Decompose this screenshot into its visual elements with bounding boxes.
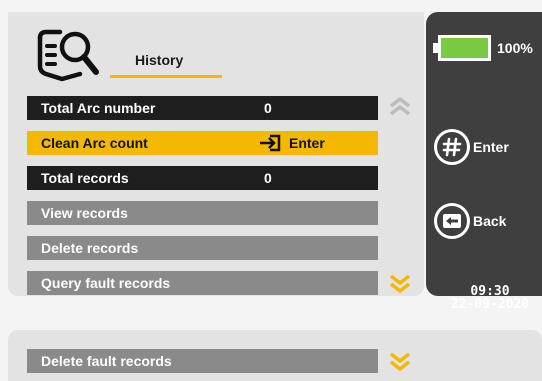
- row-label: Clean Arc count: [41, 135, 148, 151]
- battery-body: [438, 35, 491, 61]
- row-query-fault-records[interactable]: Query fault records: [27, 271, 378, 295]
- row-label: Total records: [41, 170, 129, 186]
- clock-date: 22-09-2020: [450, 297, 530, 312]
- battery-fill: [441, 38, 488, 58]
- back-button-label: Back: [473, 213, 507, 229]
- hash-enter-icon: [434, 129, 470, 165]
- enter-button[interactable]: Enter: [434, 127, 538, 167]
- row-label: Delete records: [41, 240, 139, 256]
- row-value: 0: [264, 100, 272, 116]
- row-clean-arc-count[interactable]: Clean Arc count Enter: [27, 131, 378, 155]
- row-label: View records: [41, 205, 128, 221]
- enter-arrow-icon: [260, 134, 281, 152]
- row-view-records[interactable]: View records: [27, 201, 378, 225]
- double-chevron-down-icon[interactable]: [388, 350, 412, 372]
- row-value: 0: [264, 170, 272, 186]
- back-arrow-icon: [434, 203, 470, 239]
- enter-action-label: Enter: [289, 135, 325, 151]
- row-label: Query fault records: [41, 275, 171, 291]
- row-delete-records[interactable]: Delete records: [27, 236, 378, 260]
- page-title: History: [135, 52, 184, 68]
- row-delete-fault-records[interactable]: Delete fault records: [27, 349, 378, 373]
- enter-button-label: Enter: [473, 139, 509, 155]
- row-total-arc-number: Total Arc number 0: [27, 96, 378, 120]
- double-chevron-down-icon[interactable]: [388, 272, 412, 294]
- title-underline: [110, 75, 222, 78]
- row-label: Total Arc number: [41, 100, 156, 116]
- row-total-records: Total records 0: [27, 166, 378, 190]
- back-button[interactable]: Back: [434, 201, 538, 241]
- row-label: Delete fault records: [41, 353, 172, 369]
- battery-indicator: [433, 35, 493, 61]
- history-document-search-icon: [37, 29, 99, 82]
- double-chevron-up-icon[interactable]: [388, 96, 412, 118]
- battery-percent: 100%: [497, 40, 533, 56]
- clean-arc-enter-action[interactable]: Enter: [258, 131, 325, 155]
